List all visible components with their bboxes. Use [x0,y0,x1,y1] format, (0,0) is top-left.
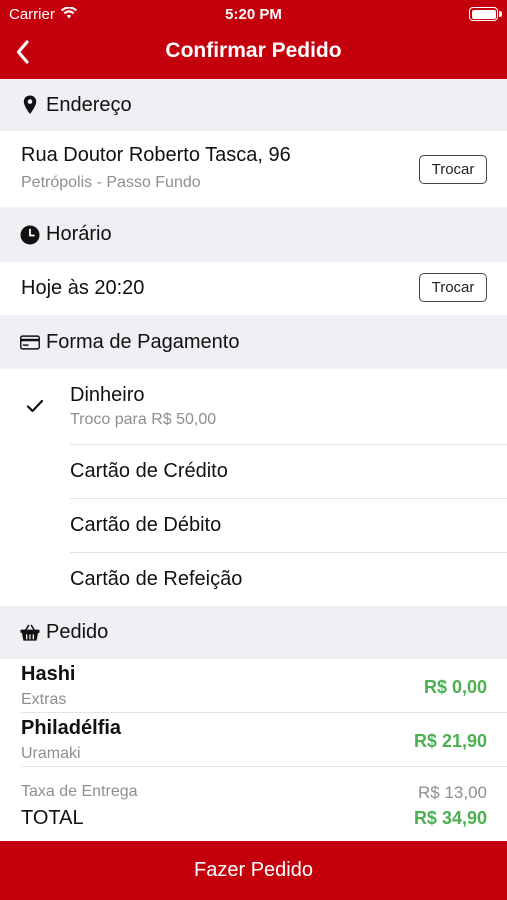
order-item-price: R$ 21,90 [413,731,487,751]
payment-option-label: Cartão de Crédito [70,460,228,482]
payment-option-cash[interactable]: Dinheiro Troco para R$ 50,00 [0,369,507,445]
section-title-address: Endereço [46,93,132,116]
total-label: TOTAL [21,807,84,829]
order-item: Philadélfia Uramaki R$ 21,90 [0,713,507,767]
status-time: 5:20 PM [225,6,282,23]
basket-icon [20,622,40,644]
section-header-payment: Forma de Pagamento [0,315,507,369]
section-header-address: Endereço [0,79,507,131]
order-item: Hashi Extras R$ 0,00 [0,659,507,713]
address-street: Rua Doutor Roberto Tasca, 96 [21,144,291,166]
credit-card-icon [20,331,40,353]
battery-icon [469,7,502,21]
payment-option-meal-card[interactable]: Cartão de Refeição [0,553,507,607]
page-title: Confirmar Pedido [165,39,342,62]
address-neighborhood: Petrópolis - Passo Fundo [21,174,201,191]
order-item-name: Philadélfia [21,717,122,739]
payment-option-credit-card[interactable]: Cartão de Crédito [0,445,507,499]
checkmark-icon [26,399,44,418]
status-bar: Carrier 5:20 PM [0,0,507,28]
map-pin-icon [20,94,40,116]
section-title-payment: Forma de Pagamento [46,330,240,353]
order-item-price: R$ 0,00 [423,677,487,697]
payment-option-label: Dinheiro [70,384,145,406]
payment-option-label: Cartão de Débito [70,514,222,536]
clock-icon [20,224,40,246]
change-address-button[interactable]: Trocar [419,155,487,184]
payment-option-label: Cartão de Refeição [70,568,243,590]
address-row: Rua Doutor Roberto Tasca, 96 Petrópolis … [0,131,507,207]
order-item-category: Uramaki [21,745,81,762]
payment-change-note: Troco para R$ 50,00 [70,411,217,428]
schedule-value: Hoje às 20:20 [21,277,145,299]
order-totals: Taxa de Entrega R$ 13,00 TOTAL R$ 34,90 [0,767,507,841]
delivery-fee-value: R$ 13,00 [418,783,487,802]
place-order-button[interactable]: Fazer Pedido [0,841,507,900]
section-title-order: Pedido [46,621,109,643]
section-header-schedule: Horário [0,207,507,262]
schedule-row: Hoje às 20:20 Trocar [0,262,507,315]
section-title-schedule: Horário [46,223,112,245]
order-item-name: Hashi [21,663,76,685]
change-schedule-button[interactable]: Trocar [419,273,487,302]
section-header-order: Pedido [0,606,507,659]
navigation-header: Carrier 5:20 PM Confirmar Pedido [0,0,507,79]
delivery-fee-label: Taxa de Entrega [21,783,138,800]
order-item-category: Extras [21,691,67,708]
total-value: R$ 34,90 [413,808,487,828]
place-order-label: Fazer Pedido [194,859,313,881]
payment-option-debit-card[interactable]: Cartão de Débito [0,499,507,553]
